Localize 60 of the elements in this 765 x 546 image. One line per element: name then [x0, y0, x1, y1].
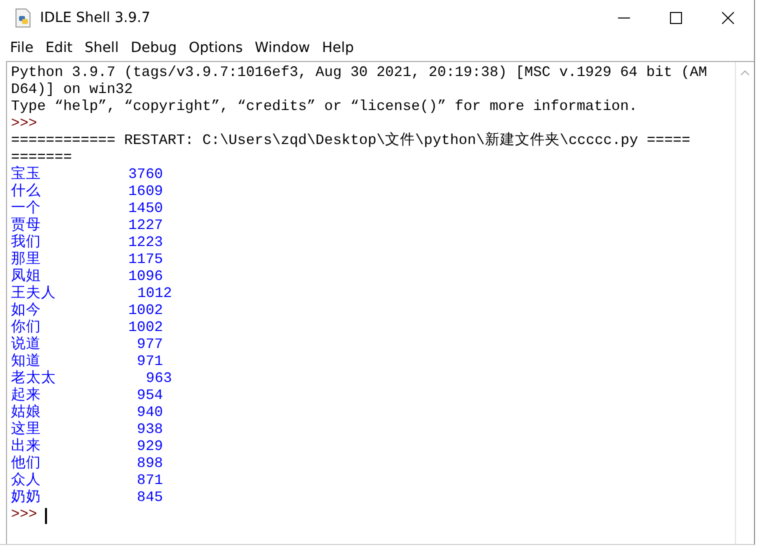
text-cursor [45, 508, 48, 524]
word-text: 一个 [11, 201, 42, 218]
word-text: 宝玉 [11, 167, 42, 183]
console-line: ============ RESTART: C:\Users\zqd\Desktop\文件\python\新建文件夹\ccccc.py ===== [11, 133, 692, 150]
count-text: 940 [136, 405, 163, 422]
word-text: 那里 [11, 252, 42, 268]
console-line: Type “help”, “copyright”, “credits” or “license()” for more information. [11, 99, 639, 116]
python-file-icon [14, 8, 32, 28]
word-text: 贾母 [11, 218, 42, 234]
close-icon [722, 12, 734, 24]
count-text: 3760 [127, 167, 163, 184]
count-text: 938 [136, 422, 163, 439]
word-text: 出来 [11, 439, 42, 455]
shell-prompt: >>> [11, 116, 38, 133]
count-text: 1002 [127, 320, 163, 337]
count-text: 898 [136, 456, 163, 473]
count-text: 1223 [127, 235, 163, 252]
count-text: 1609 [127, 184, 163, 201]
count-text: 963 [144, 371, 172, 388]
maximize-icon [670, 12, 682, 24]
count-text: 1002 [127, 303, 163, 320]
scroll-up-icon[interactable] [740, 70, 750, 76]
count-text: 845 [136, 490, 163, 507]
word-text: 凤姐 [11, 269, 42, 285]
count-text: 1227 [127, 218, 163, 235]
menu-item[interactable]: Edit [39, 40, 79, 56]
count-text: 971 [136, 354, 163, 371]
menu-item[interactable]: Debug [124, 40, 183, 56]
word-text: 起来 [11, 388, 42, 404]
word-text: 奶奶 [11, 490, 42, 507]
window-title: IDLE Shell 3.9.7 [40, 10, 150, 26]
word-text: 众人 [11, 473, 42, 490]
menu-item[interactable]: Shell [78, 40, 125, 56]
word-text: 老太太 [11, 371, 57, 387]
count-text: 1450 [127, 201, 163, 218]
word-text: 说道 [11, 337, 42, 353]
count-text: 871 [136, 473, 163, 490]
console-line: ======= [11, 150, 73, 166]
count-text: 929 [136, 439, 163, 456]
word-text: 你们 [11, 320, 42, 336]
word-text: 姑娘 [11, 405, 42, 421]
word-text: 他们 [11, 456, 42, 472]
console-line: D64)] on win32 [11, 82, 134, 99]
count-text: 1012 [136, 286, 172, 303]
menu-item[interactable]: File [4, 40, 40, 56]
count-text: 977 [136, 337, 163, 354]
shell-prompt: >>> [11, 507, 38, 524]
menu-item[interactable]: Help [316, 40, 360, 56]
word-text: 我们 [11, 235, 42, 252]
menu-item[interactable]: Window [248, 40, 316, 56]
word-text: 如今 [11, 303, 42, 320]
word-text: 这里 [11, 422, 42, 438]
console-line: Python 3.9.7 (tags/v3.9.7:1016ef3, Aug 30 2021, 20:19:38) [MSC v.1929 64 bit (AM [11, 65, 708, 82]
count-text: 1175 [127, 252, 163, 269]
count-text: 1096 [127, 269, 163, 286]
count-text: 954 [136, 388, 163, 405]
word-text: 什么 [11, 184, 42, 200]
word-text: 王夫人 [11, 286, 57, 302]
word-text: 知道 [11, 354, 42, 370]
menu-item[interactable]: Options [182, 40, 249, 56]
